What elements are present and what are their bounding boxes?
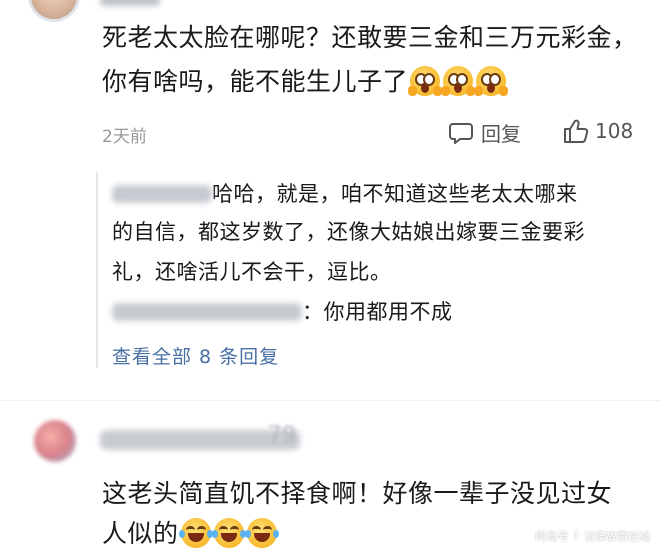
crying-laughing-face-icon <box>178 518 213 548</box>
crying-laughing-face-icon <box>211 518 246 548</box>
reply-text: 你用都用不成 <box>323 300 453 324</box>
like-button[interactable]: 108 <box>562 118 633 144</box>
reply-thread: 哈哈，就是，咱不知道这些老太太哪来 的自信，都这岁数了，还像大姑娘出嫁要三金要彩… <box>96 172 640 368</box>
screaming-face-icon <box>408 66 443 96</box>
comment-text: 死老太太脸在哪呢？还敢要三金和三万元彩金，你有啥吗，能不能生儿子了 <box>102 16 642 104</box>
blurred-username[interactable] <box>112 185 212 203</box>
comment-meta: 2天前 回复 108 <box>102 118 633 148</box>
avatar[interactable] <box>34 420 76 462</box>
watermark: 网易号 | 法律故事在线 <box>535 528 650 544</box>
avatar[interactable] <box>28 0 80 22</box>
blurred-username[interactable] <box>100 0 160 6</box>
comment-bubble-icon <box>449 122 473 144</box>
view-all-replies-link[interactable]: 查看全部 8 条回复 <box>112 342 279 369</box>
watermark-brand: 网易号 <box>535 530 569 543</box>
blurred-username[interactable] <box>112 303 302 321</box>
reply-line: ：你用都用不成 <box>112 296 453 326</box>
divider <box>0 400 660 401</box>
screaming-face-icon <box>441 66 476 96</box>
reply-separator: ： <box>302 300 324 324</box>
reply-text: 哈哈，就是，咱不知道这些老太太哪来 <box>212 182 578 206</box>
watermark-separator: | <box>574 528 578 541</box>
reply-line: 礼，还啥活儿不会干，逗比。 <box>112 260 392 284</box>
reply-line: 哈哈，就是，咱不知道这些老太太哪来 <box>112 178 578 208</box>
watermark-source: 法律故事在线 <box>584 530 650 543</box>
reply-line: 的自信，都这岁数了，还像大姑娘出嫁要三金要彩 <box>112 220 585 244</box>
emoji-group <box>408 66 509 96</box>
emoji-group <box>178 518 279 548</box>
screaming-face-icon <box>474 66 509 96</box>
reply-button[interactable]: 回复 <box>448 118 521 147</box>
thumbs-up-icon <box>564 119 589 143</box>
timestamp: 2天前 <box>102 127 147 147</box>
reply-label: 回复 <box>481 122 521 146</box>
comment-body: 死老太太脸在哪呢？还敢要三金和三万元彩金，你有啥吗，能不能生儿子了 <box>102 23 638 96</box>
crying-laughing-face-icon <box>244 518 279 548</box>
username-tail: 79 <box>268 423 296 448</box>
like-count: 108 <box>595 119 634 143</box>
